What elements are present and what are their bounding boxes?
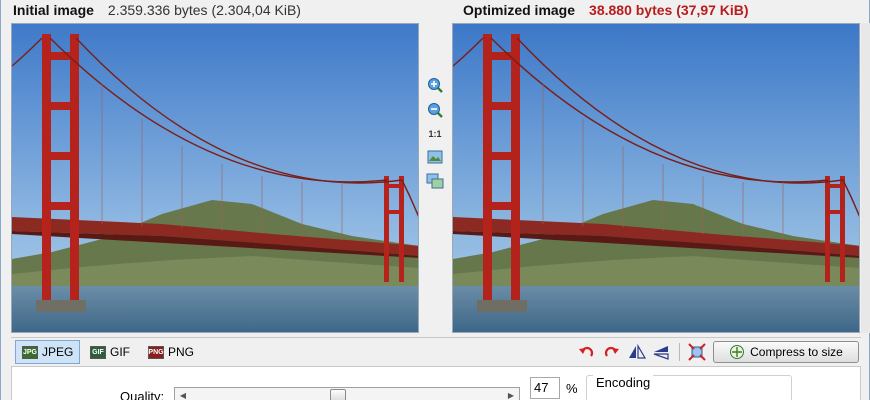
format-toolbar: JPG JPEG GIF GIF PNG PNG Compress to siz… [11,337,861,365]
quality-percent-unit: % [566,381,578,396]
initial-image-preview [12,24,418,332]
rotate-left-icon[interactable] [577,342,597,362]
quality-slider[interactable]: ◀ ▶ [174,387,520,400]
fit-window-icon[interactable] [425,147,445,167]
rotate-right-icon[interactable] [601,342,621,362]
right-scroll-strip[interactable] [861,23,870,333]
view-toolbar: 1:1 [421,23,449,333]
jpeg-format-icon: JPG [22,345,38,359]
quality-label: Quality: [120,389,165,400]
optimized-image-size: 38.880 bytes (37,97 KiB) [589,2,749,18]
crop-icon[interactable] [687,342,707,362]
format-tab-jpeg[interactable]: JPG JPEG [15,340,81,364]
format-tab-label: JPEG [42,345,74,359]
compress-to-size-button[interactable]: Compress to size [713,341,859,363]
compare-view-icon[interactable] [425,171,445,191]
optimized-image-header: Optimized image 38.880 bytes (37,97 KiB) [463,0,749,20]
initial-image-size: 2.359.336 bytes (2.304,04 KiB) [107,2,301,18]
optimized-image-preview [453,24,859,332]
app-window: Initial image 2.359.336 bytes (2.304,04 … [0,0,870,400]
optimized-image-label: Optimized image [463,2,576,18]
actual-size-button[interactable]: 1:1 [425,124,445,144]
optimized-image-pane[interactable] [452,23,860,333]
gif-format-icon: GIF [90,345,106,359]
compress-button-label: Compress to size [750,345,843,359]
format-tab-png[interactable]: PNG PNG [141,340,201,364]
png-format-icon: PNG [148,345,164,359]
toolbar-divider [679,343,680,361]
flip-vertical-icon[interactable] [651,342,671,362]
slider-right-arrow-icon[interactable]: ▶ [505,389,517,400]
quality-slider-thumb[interactable] [330,389,346,400]
format-tab-label: GIF [110,345,130,359]
settings-panel: Quality: ◀ ▶ 47 % Encoding [11,366,861,400]
compress-icon [730,345,745,359]
initial-image-label: Initial image [13,2,94,18]
zoom-in-icon[interactable] [425,75,445,95]
format-tab-gif[interactable]: GIF GIF [83,340,137,364]
quality-value-input[interactable]: 47 [530,377,560,399]
initial-image-pane[interactable] [11,23,419,333]
format-tab-label: PNG [168,345,195,359]
zoom-out-icon[interactable] [425,100,445,120]
slider-left-arrow-icon[interactable]: ◀ [177,389,189,400]
initial-image-header: Initial image 2.359.336 bytes (2.304,04 … [13,0,301,20]
encoding-group: Encoding [586,375,792,400]
encoding-group-title: Encoding [593,375,654,390]
flip-horizontal-icon[interactable] [627,342,647,362]
